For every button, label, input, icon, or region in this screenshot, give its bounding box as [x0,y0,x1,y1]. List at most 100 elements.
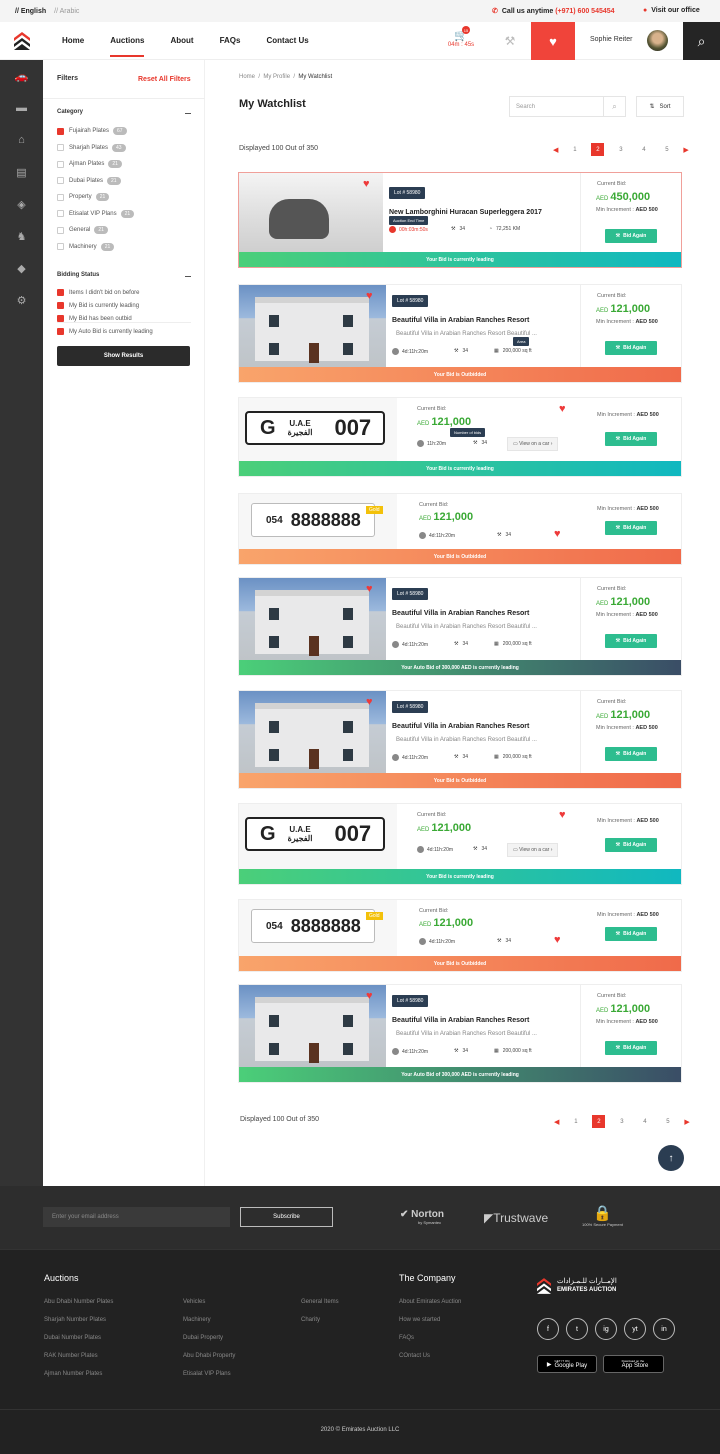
villa-image[interactable] [239,985,386,1067]
bid-again-button[interactable]: ⚒ Bid Again [605,838,657,852]
footer-link[interactable]: Charity [301,1317,320,1323]
footer-link[interactable]: COntact Us [399,1353,430,1359]
bid-again-button[interactable]: ⚒ Bid Again [605,341,657,355]
nav-about[interactable]: About [170,36,193,57]
collapse-category-icon[interactable] [185,113,191,114]
search-button[interactable]: ⌕ [683,22,720,60]
footer-link[interactable]: FAQs [399,1335,414,1341]
nav-home[interactable]: Home [62,36,84,57]
nav-faqs[interactable]: FAQs [220,36,241,57]
watchlist-card[interactable]: ♥ Lot # 58980 Beautiful Villa in Arabian R… [238,577,682,676]
category-filter[interactable]: Etisalat VIP Plans 21 [57,209,135,218]
mobile-number-image[interactable]: 054 8888888 Gold [239,494,397,549]
instagram-icon[interactable]: ig [595,1318,617,1340]
next-page-icon[interactable]: ▶ [684,1118,689,1126]
user-name[interactable]: Sophie Reiter [590,36,632,43]
checkbox[interactable] [57,177,64,184]
subscribe-button[interactable]: Subscribe [240,1207,333,1227]
show-results-button[interactable]: Show Results [57,346,190,366]
watchlist-card[interactable]: ♥ Lot # 58980 Beautiful Villa in Arabian R… [238,690,682,789]
status-filter[interactable]: My Bid is currently leading [57,302,139,309]
checkbox[interactable] [57,127,64,135]
category-filter[interactable]: General 21 [57,226,108,234]
footer-link[interactable]: Abu Dhabi Property [183,1353,235,1359]
watchlist-card[interactable]: ♥ Lot # 58980 Beautiful Villa in Arabian R… [238,284,682,383]
footer-link[interactable]: RAK Number Plates [44,1353,98,1359]
checkbox[interactable] [57,315,64,322]
checkbox[interactable] [57,289,64,296]
breadcrumb-profile[interactable]: My Profile [263,74,290,80]
watchlist-card[interactable]: ♥ Lot # 58980 New Lamborghini Huracan Supe… [238,172,682,268]
checkbox[interactable] [57,328,64,335]
footer-link[interactable]: Etisalat VIP Plans [183,1371,231,1377]
bid-again-button[interactable]: ⚒ Bid Again [605,747,657,761]
category-filter[interactable]: Sharjah Plates 43 [57,143,126,152]
plate-image[interactable]: G U.A.E الفجيرة 007 [239,804,397,869]
view-on-car-button[interactable]: ▭ View on a car › [507,437,559,451]
footer-link[interactable]: Machinery [183,1317,211,1323]
twitter-icon[interactable]: t [566,1318,588,1340]
visit-office[interactable]: ● Visit our office [643,7,700,14]
app-store-badge[interactable]: Download on the App Store [603,1355,664,1373]
collapse-status-icon[interactable] [185,276,191,277]
villa-image[interactable] [239,691,386,773]
heart-icon[interactable]: ♥ [559,404,566,415]
youtube-icon[interactable]: yt [624,1318,646,1340]
watchlist-card[interactable]: G U.A.E الفجيرة 007 Current Bid: AED 121,000 ♥ 4… [238,803,682,885]
view-on-car-button[interactable]: ▭ View on a car › [507,843,559,857]
villa-image[interactable] [239,285,386,367]
page-link[interactable]: 5 [661,1115,674,1128]
watchlist-button[interactable]: ♥ [531,22,575,60]
heart-icon[interactable]: ♥ [363,179,370,190]
next-page-icon[interactable]: ▶ [683,146,688,154]
sidebar-item-plates[interactable]: ▬ [0,92,43,124]
lang-arabic[interactable]: // Arabic [54,8,79,15]
footer-link[interactable]: General Items [301,1299,339,1305]
watchlist-card[interactable]: ♥ Lot # 58980 Beautiful Villa in Arabian R… [238,984,682,1083]
sidebar-item-layers[interactable]: ◈ [0,188,43,220]
footer-link[interactable]: Abu Dhabi Number Plates [44,1299,113,1305]
search-icon[interactable]: ⌕ [603,97,625,116]
page-link[interactable]: 3 [615,1115,628,1128]
footer-link[interactable]: How we started [399,1317,440,1323]
page-link[interactable]: 1 [569,1115,582,1128]
email-field[interactable]: Enter your email address [43,1207,230,1227]
heart-icon[interactable]: ♥ [366,991,373,1002]
heart-icon[interactable]: ♥ [554,935,561,946]
page-link[interactable]: 4 [637,143,650,156]
checkbox[interactable] [57,226,64,234]
watchlist-card[interactable]: 054 8888888 Gold Current Bid: AED 121,000 4d:1… [238,493,682,565]
facebook-icon[interactable]: f [537,1318,559,1340]
sidebar-item-cars[interactable]: 🚗 [0,60,43,92]
category-filter[interactable]: Property 21 [57,193,110,201]
mobile-number-image[interactable]: 054 8888888 Gold [239,900,397,956]
bid-again-button[interactable]: ⚒ Bid Again [605,1041,657,1055]
page-link[interactable]: 5 [660,143,673,156]
scroll-top-button[interactable]: ↑ [658,1145,684,1171]
status-filter[interactable]: My Auto Bid is currently leading [57,328,153,335]
page-link[interactable]: 2 [592,1115,606,1128]
category-filter[interactable]: Machinery 21 [57,242,115,251]
status-filter[interactable]: Items I didn't bid on before [57,289,140,296]
nav-contact[interactable]: Contact Us [266,36,308,57]
breadcrumb-home[interactable]: Home [239,74,255,80]
page-link[interactable]: 2 [591,143,605,156]
status-filter[interactable]: My Bid has been outbid [57,315,132,322]
cart-timer[interactable]: 🛒 15 04m : 45s [447,26,475,48]
checkbox[interactable] [57,210,64,217]
footer-link[interactable]: Sharjah Number Plates [44,1317,106,1323]
bid-again-button[interactable]: ⚒ Bid Again [605,432,657,446]
checkbox[interactable] [57,160,64,168]
google-play-badge[interactable]: ▶ GET IT ON Google Play [537,1355,597,1373]
page-link[interactable]: 4 [638,1115,651,1128]
prev-page-icon[interactable]: ◀ [553,146,558,154]
gavel-button[interactable]: ⚒ [491,22,529,60]
category-filter[interactable]: Fujairah Plates 67 [57,127,127,135]
bid-again-button[interactable]: ⚒ Bid Again [605,634,657,648]
item-title[interactable]: Beautiful Villa in Arabian Ranches Resor… [392,610,529,617]
logo[interactable] [0,22,43,60]
heart-icon[interactable]: ♥ [554,529,561,540]
heart-icon[interactable]: ♥ [559,810,566,821]
checkbox[interactable] [57,302,64,309]
search-input[interactable]: Search ⌕ [509,96,626,117]
